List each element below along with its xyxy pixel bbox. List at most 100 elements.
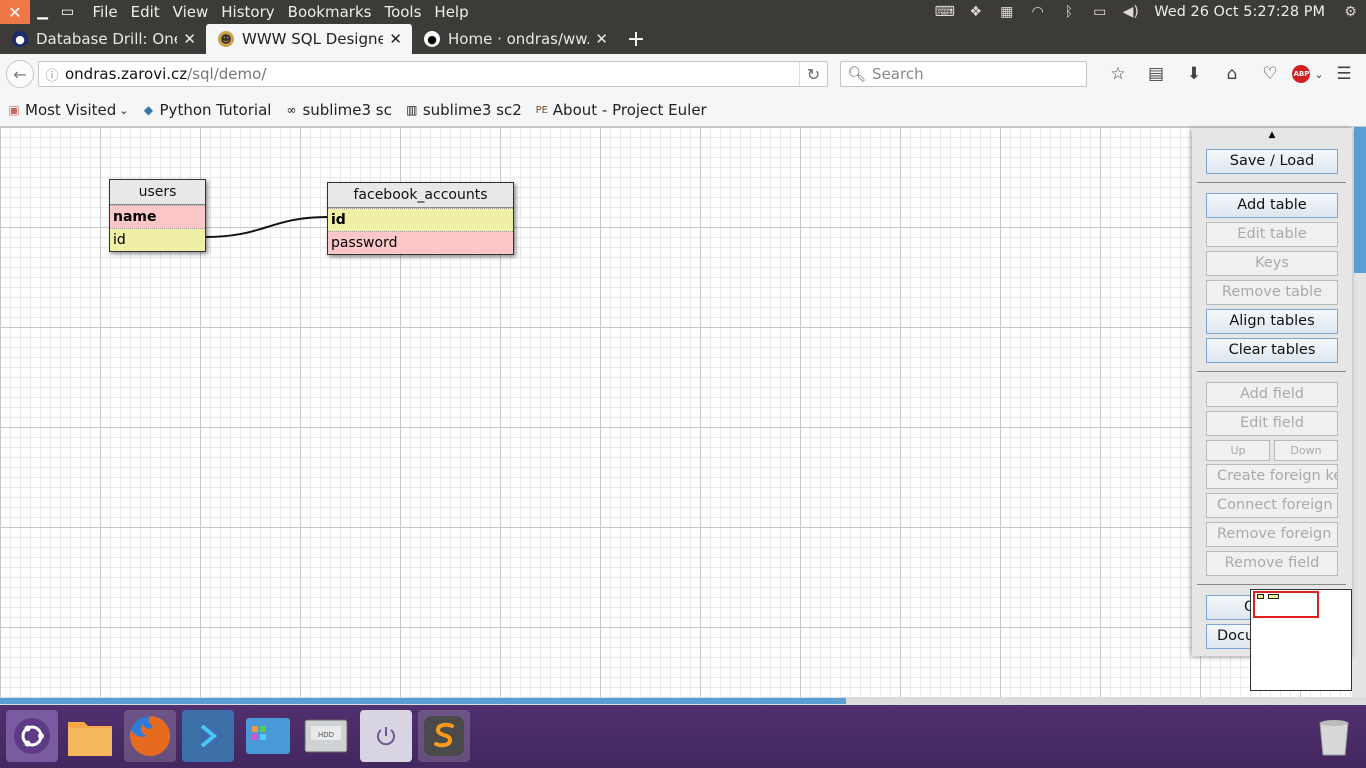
remove-field-button[interactable]: Remove field: [1206, 551, 1338, 576]
hamburger-menu-icon[interactable]: ☰: [1325, 59, 1363, 89]
menu-tools[interactable]: Tools: [378, 3, 428, 21]
battery-icon[interactable]: ▭: [1084, 0, 1115, 24]
launcher-bar: HDD: [0, 705, 1366, 768]
bookmarks-bar: ▣ Most Visited ⌄ ◆ Python Tutorial ∞ sub…: [0, 94, 1366, 127]
close-icon[interactable]: ✕: [389, 30, 402, 48]
trash-icon[interactable]: [1308, 710, 1360, 762]
reading-list-icon[interactable]: ▤: [1137, 59, 1175, 89]
scroll-thumb[interactable]: [1354, 127, 1366, 273]
scroll-thumb[interactable]: [0, 698, 846, 704]
menu-history[interactable]: History: [215, 3, 281, 21]
tab-www-sql-designer[interactable]: ☻ WWW SQL Designer ✕: [206, 24, 412, 54]
new-tab-button[interactable]: +: [618, 24, 654, 54]
bluetooth-icon[interactable]: ᛒ: [1053, 0, 1084, 24]
folder-icon: ▣: [8, 103, 20, 117]
edit-field-button[interactable]: Edit field: [1206, 411, 1338, 436]
add-field-button[interactable]: Add field: [1206, 382, 1338, 407]
menu-help[interactable]: Help: [428, 3, 475, 21]
svg-text:HDD: HDD: [318, 731, 334, 739]
window-minimize-icon[interactable]: ▁: [30, 0, 55, 24]
system-top-bar: ✕ ▁ ▭ File Edit View History Bookmarks T…: [0, 0, 1366, 24]
menu-bookmarks[interactable]: Bookmarks: [281, 3, 378, 21]
close-icon[interactable]: ✕: [183, 30, 196, 48]
calendar-icon[interactable]: ▦: [991, 0, 1022, 24]
firefox-icon[interactable]: [124, 710, 176, 762]
divider: [1197, 584, 1346, 585]
edit-table-button[interactable]: Edit table: [1206, 222, 1338, 247]
align-tables-button[interactable]: Align tables: [1206, 309, 1338, 334]
clear-tables-button[interactable]: Clear tables: [1206, 338, 1338, 363]
bookmark-python-tutorial[interactable]: ◆ Python Tutorial: [135, 101, 278, 119]
vertical-scrollbar[interactable]: [1352, 127, 1366, 697]
bookmark-label: About - Project Euler: [552, 101, 707, 119]
keyboard-icon[interactable]: ⌨: [929, 0, 960, 24]
vscode-icon[interactable]: [182, 710, 234, 762]
files-folder-icon[interactable]: [64, 710, 116, 762]
url-bar[interactable]: ⓘ ondras.zarovi.cz/sql/demo/ ↻: [38, 61, 828, 87]
field-row[interactable]: password: [328, 231, 513, 254]
bookmark-sublime3-sc[interactable]: ∞ sublime3 sc: [277, 101, 397, 119]
menu-view[interactable]: View: [166, 3, 215, 21]
save-load-button[interactable]: Save / Load: [1206, 149, 1338, 174]
remove-foreign-key-button[interactable]: Remove foreign key: [1206, 522, 1338, 547]
bookmark-project-euler[interactable]: PE About - Project Euler: [528, 101, 713, 119]
back-arrow-icon[interactable]: ←: [6, 60, 34, 88]
bookmark-label: sublime3 sc2: [422, 101, 522, 119]
minimap[interactable]: [1250, 589, 1352, 691]
keys-button[interactable]: Keys: [1206, 251, 1338, 276]
menu-file[interactable]: File: [86, 3, 124, 21]
table-title[interactable]: facebook_accounts: [328, 183, 513, 208]
wifi-icon[interactable]: ◠: [1022, 0, 1053, 24]
home-icon[interactable]: ⌂: [1213, 59, 1251, 89]
volume-icon[interactable]: ◀): [1115, 0, 1146, 24]
down-button[interactable]: Down: [1274, 440, 1338, 461]
bookmark-label: Python Tutorial: [159, 101, 272, 119]
collapse-arrow-icon[interactable]: ▲: [1192, 130, 1352, 140]
url-text[interactable]: ondras.zarovi.cz/sql/demo/: [65, 65, 799, 83]
field-row[interactable]: id: [328, 208, 513, 231]
adblock-icon[interactable]: ABP ⌄: [1289, 59, 1327, 89]
info-icon[interactable]: ⓘ: [39, 65, 65, 84]
create-foreign-key-button[interactable]: Create foreign key: [1206, 464, 1338, 489]
disk-drive-icon[interactable]: HDD: [300, 710, 352, 762]
window-close-icon[interactable]: ✕: [0, 0, 30, 24]
table-users[interactable]: users name id: [109, 179, 206, 252]
dropbox-icon[interactable]: ❖: [960, 0, 991, 24]
github-icon: ●: [424, 31, 440, 47]
field-row[interactable]: id: [110, 228, 205, 251]
designer-canvas[interactable]: users name id facebook_accounts id passw…: [0, 127, 1366, 697]
connect-foreign-key-button[interactable]: Connect foreign key: [1206, 493, 1338, 518]
power-icon[interactable]: [360, 710, 412, 762]
workspaces-icon[interactable]: [242, 710, 294, 762]
close-icon[interactable]: ✕: [595, 30, 608, 48]
divider: [1197, 371, 1346, 372]
tab-database-drill[interactable]: ● Database Drill: One ... ✕: [0, 24, 206, 54]
remove-table-button[interactable]: Remove table: [1206, 280, 1338, 305]
bookmark-sublime3-sc2[interactable]: ▥ sublime3 sc2: [398, 101, 528, 119]
pocket-icon[interactable]: ♡: [1251, 59, 1289, 89]
table-facebook-accounts[interactable]: facebook_accounts id password: [327, 182, 514, 255]
gear-icon[interactable]: ⚙: [1335, 0, 1366, 24]
chevron-down-icon: ⌄: [119, 103, 129, 117]
bookmark-star-icon[interactable]: ☆: [1099, 59, 1137, 89]
up-button[interactable]: Up: [1206, 440, 1270, 461]
menu-edit[interactable]: Edit: [124, 3, 166, 21]
favicon-icon: ●: [12, 31, 28, 47]
window-maximize-icon[interactable]: ▭: [55, 0, 80, 24]
infinity-icon: ∞: [286, 103, 297, 117]
add-table-button[interactable]: Add table: [1206, 193, 1338, 218]
download-icon[interactable]: ⬇: [1175, 59, 1213, 89]
tab-github-home[interactable]: ● Home · ondras/ww... ✕: [412, 24, 618, 54]
clock[interactable]: Wed 26 Oct 5:27:28 PM: [1146, 4, 1335, 20]
horizontal-scrollbar[interactable]: [0, 697, 1366, 705]
search-input[interactable]: 🔍︎ Search: [840, 61, 1087, 87]
minimap-viewport[interactable]: [1253, 591, 1319, 618]
system-indicators: ⌨ ❖ ▦ ◠ ᛒ ▭ ◀) Wed 26 Oct 5:27:28 PM ⚙: [929, 0, 1366, 24]
abp-label: ABP: [1292, 65, 1311, 83]
bookmark-most-visited[interactable]: ▣ Most Visited ⌄: [0, 101, 135, 119]
ubuntu-logo-icon[interactable]: [6, 710, 58, 762]
reload-icon[interactable]: ↻: [799, 62, 827, 86]
table-title[interactable]: users: [110, 180, 205, 205]
sublime-text-icon[interactable]: [418, 710, 470, 762]
field-row[interactable]: name: [110, 205, 205, 228]
